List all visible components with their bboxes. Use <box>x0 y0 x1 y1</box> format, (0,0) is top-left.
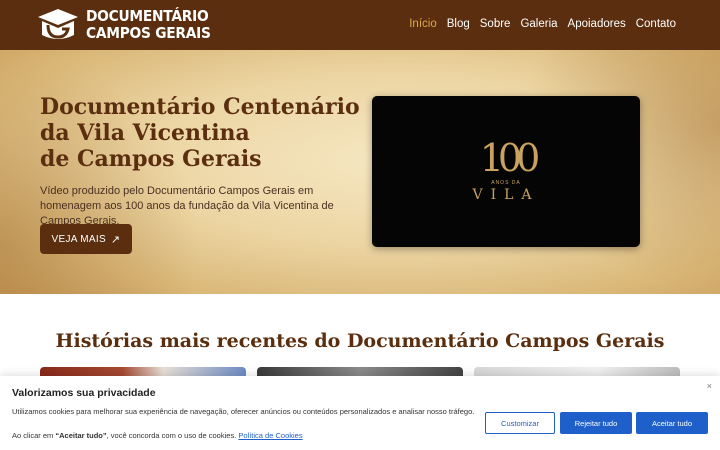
video-player[interactable]: 100 ANOS DA VILA <box>372 96 640 247</box>
logo-line-2: CAMPOS GERAIS <box>86 24 211 42</box>
hero-section: Documentário Centenário da Vila Vicentin… <box>0 50 720 294</box>
nav-apoiadores[interactable]: Apoiadores <box>568 18 626 30</box>
video-word: VILA <box>472 187 540 203</box>
reject-all-button[interactable]: Rejeitar tudo <box>560 412 632 434</box>
hero-description: Vídeo produzido pelo Documentário Campos… <box>40 185 334 227</box>
veja-mais-label: VEJA MAIS <box>51 233 106 245</box>
cookie-consent-text: Ao clicar em “Aceitar tudo”, você concor… <box>12 431 303 440</box>
customize-button[interactable]: Customizar <box>485 412 555 434</box>
video-number: 100 <box>479 136 541 180</box>
nav-galeria[interactable]: Galeria <box>520 18 557 30</box>
hero-title-line-1: Documentário Centenário <box>40 94 360 120</box>
nav-blog[interactable]: Blog <box>447 18 470 30</box>
nav-contato[interactable]: Contato <box>636 18 676 30</box>
hero-title: Documentário Centenário da Vila Vicentin… <box>40 94 370 172</box>
nav-sobre[interactable]: Sobre <box>480 18 511 30</box>
cookie-banner: Valorizamos sua privacidade × Utilizamos… <box>0 376 720 450</box>
hero-title-line-3: de Campos Gerais <box>40 146 262 172</box>
cookie-text: Utilizamos cookies para melhorar sua exp… <box>12 407 475 416</box>
stories-title: Histórias mais recentes do Documentário … <box>55 330 665 352</box>
video-subtitle: ANOS DA <box>491 180 521 186</box>
logo-icon <box>38 9 78 39</box>
accept-all-button[interactable]: Aceitar tudo <box>636 412 708 434</box>
site-header: DOCUMENTÁRIO CAMPOS GERAIS Início Blog S… <box>0 0 720 50</box>
cookie-policy-link[interactable]: Política de Cookies <box>238 431 302 440</box>
veja-mais-button[interactable]: VEJA MAIS ↗ <box>40 224 132 254</box>
close-icon[interactable]: × <box>707 381 712 391</box>
nav-inicio[interactable]: Início <box>409 18 437 30</box>
cookie-title: Valorizamos sua privacidade <box>12 387 156 399</box>
main-nav: Início Blog Sobre Galeria Apoiadores Con… <box>409 18 676 30</box>
site-logo[interactable]: DOCUMENTÁRIO CAMPOS GERAIS <box>36 7 222 43</box>
logo-line-1: DOCUMENTÁRIO <box>86 7 209 25</box>
hero-title-line-2: da Vila Vicentina <box>40 120 250 146</box>
paper-texture <box>0 50 200 294</box>
arrow-up-right-icon: ↗ <box>110 233 121 246</box>
